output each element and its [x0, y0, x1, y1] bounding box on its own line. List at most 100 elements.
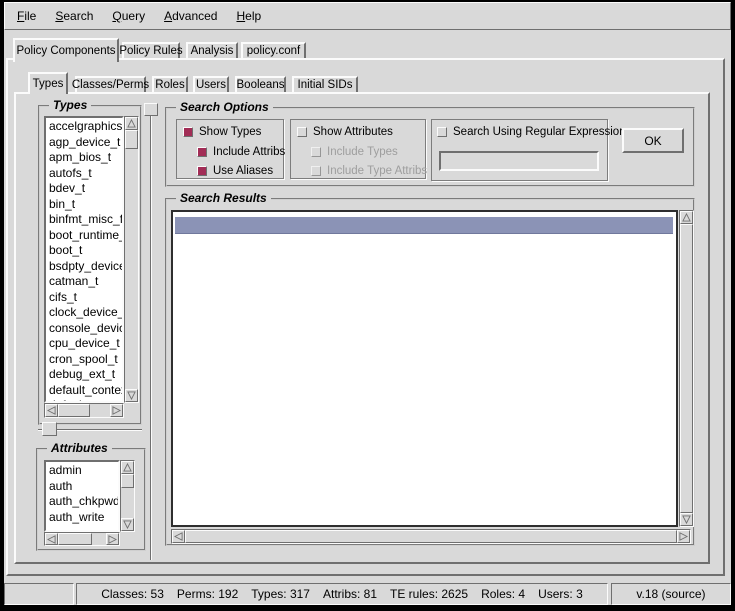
- types-list-item[interactable]: bin_t: [49, 197, 122, 213]
- scroll-up-icon[interactable]: [680, 211, 693, 224]
- attributes-vertical-scrollbar[interactable]: [120, 460, 135, 532]
- types-groupbox-title: Types: [49, 98, 91, 112]
- show-attributes-checkbox[interactable]: Show Attributes: [297, 126, 393, 138]
- app-stage: File Search Query Advanced Help Policy C…: [4, 2, 731, 605]
- menu-bar: File Search Query Advanced Help: [4, 2, 731, 30]
- checkbox-label: Use Aliases: [213, 165, 273, 177]
- types-vertical-scrollbar[interactable]: [124, 116, 139, 403]
- status-classes: Classes: 53: [101, 587, 164, 601]
- scroll-right-icon[interactable]: [110, 404, 123, 417]
- types-list-item[interactable]: accelgraphics_e: [49, 119, 122, 135]
- status-perms: Perms: 192: [177, 587, 238, 601]
- vertical-sash-handle[interactable]: [144, 103, 158, 116]
- scroll-left-icon[interactable]: [45, 404, 58, 417]
- scrollbar-thumb[interactable]: [680, 224, 693, 513]
- checkbox-indicator-icon[interactable]: [297, 127, 307, 137]
- horizontal-sash-handle[interactable]: [42, 422, 57, 436]
- types-list-item[interactable]: debug_ext_t: [49, 367, 122, 383]
- menu-advanced[interactable]: Advanced: [161, 8, 220, 24]
- tab-roles[interactable]: Roles: [152, 76, 188, 92]
- show-attributes-group: Show Attributes Include Types Include Ty…: [290, 119, 426, 179]
- scroll-down-icon[interactable]: [121, 518, 134, 531]
- regex-checkbox[interactable]: Search Using Regular Expression: [437, 126, 626, 138]
- scroll-right-icon[interactable]: [677, 530, 690, 543]
- scrollbar-thumb[interactable]: [58, 404, 90, 417]
- types-list-item[interactable]: cpu_device_t: [49, 336, 122, 352]
- checkbox-indicator-icon[interactable]: [183, 127, 193, 137]
- tab-policy-rules[interactable]: Policy Rules: [122, 42, 180, 58]
- types-list-item[interactable]: bsdpty_device_: [49, 259, 122, 275]
- tab-initial-sids[interactable]: Initial SIDs: [292, 76, 358, 92]
- menu-search[interactable]: Search: [52, 8, 96, 24]
- status-types: Types: 317: [251, 587, 310, 601]
- types-listbox[interactable]: accelgraphics_eagp_device_tapm_bios_taut…: [44, 116, 124, 403]
- attributes-list-item[interactable]: auth_chkpwd: [49, 494, 118, 510]
- menu-file[interactable]: File: [14, 8, 39, 24]
- use-aliases-checkbox[interactable]: Use Aliases: [197, 165, 273, 177]
- include-types-checkbox: Include Types: [311, 146, 398, 158]
- search-results-title: Search Results: [176, 191, 271, 205]
- types-list-item[interactable]: apm_bios_t: [49, 150, 122, 166]
- types-list-item[interactable]: boot_runtime_t: [49, 228, 122, 244]
- scrollbar-thumb[interactable]: [185, 530, 677, 543]
- scroll-up-icon[interactable]: [121, 461, 134, 474]
- status-te-rules: TE rules: 2625: [390, 587, 468, 601]
- attributes-list-item[interactable]: auth: [49, 479, 118, 495]
- types-list-item[interactable]: console_device: [49, 321, 122, 337]
- results-vertical-scrollbar[interactable]: [679, 210, 694, 527]
- scrollbar-thumb[interactable]: [121, 474, 134, 488]
- status-cell-stats: Classes: 53 Perms: 192 Types: 317 Attrib…: [76, 583, 608, 605]
- scroll-down-icon[interactable]: [680, 513, 693, 526]
- scroll-left-icon[interactable]: [172, 530, 185, 543]
- scrollbar-thumb[interactable]: [58, 533, 92, 545]
- tab-policy-components[interactable]: Policy Components: [13, 38, 119, 62]
- checkbox-indicator-icon[interactable]: [197, 166, 207, 176]
- scroll-up-icon[interactable]: [125, 117, 138, 130]
- tab-classes-perms[interactable]: Classes/Perms: [75, 76, 146, 92]
- menu-query[interactable]: Query: [109, 8, 148, 24]
- scrollbar-thumb[interactable]: [125, 130, 138, 149]
- scroll-down-icon[interactable]: [125, 389, 138, 402]
- regex-group: Search Using Regular Expression: [431, 119, 608, 181]
- search-options-title: Search Options: [176, 100, 273, 114]
- attributes-list-item[interactable]: admin: [49, 463, 118, 479]
- ok-button[interactable]: OK: [622, 128, 684, 153]
- tab-users[interactable]: Users: [193, 76, 229, 92]
- types-list-item[interactable]: autofs_t: [49, 166, 122, 182]
- types-list-item[interactable]: default_context: [49, 383, 122, 399]
- tab-types[interactable]: Types: [28, 72, 68, 94]
- tab-policy-conf[interactable]: policy.conf: [241, 42, 306, 58]
- checkbox-label: Include Type Attribs: [327, 165, 427, 177]
- attributes-groupbox-title: Attributes: [47, 441, 112, 455]
- checkbox-label: Show Attributes: [313, 126, 393, 138]
- checkbox-indicator-icon[interactable]: [197, 147, 207, 157]
- types-list-item[interactable]: cron_spool_t: [49, 352, 122, 368]
- types-list-item[interactable]: cifs_t: [49, 290, 122, 306]
- tab-analysis[interactable]: Analysis: [186, 42, 238, 58]
- types-list-item[interactable]: catman_t: [49, 274, 122, 290]
- include-attribs-checkbox[interactable]: Include Attribs: [197, 146, 285, 158]
- types-list-item[interactable]: binfmt_misc_fs: [49, 212, 122, 228]
- types-list-item[interactable]: bdev_t: [49, 181, 122, 197]
- status-attribs: Attribs: 81: [323, 587, 377, 601]
- include-type-attribs-checkbox: Include Type Attribs: [311, 165, 427, 177]
- menu-help[interactable]: Help: [233, 8, 264, 24]
- attributes-list-item[interactable]: auth_write: [49, 510, 118, 526]
- search-results-text[interactable]: [171, 210, 678, 527]
- types-list-item[interactable]: agp_device_t: [49, 135, 122, 151]
- scroll-right-icon[interactable]: [106, 533, 119, 545]
- tab-booleans[interactable]: Booleans: [235, 76, 286, 92]
- show-types-checkbox[interactable]: Show Types: [183, 126, 261, 138]
- checkbox-indicator-icon[interactable]: [437, 127, 447, 137]
- scroll-left-icon[interactable]: [45, 533, 58, 545]
- results-horizontal-scrollbar[interactable]: [171, 529, 691, 544]
- status-cell-empty: [4, 583, 74, 605]
- vertical-sash[interactable]: [150, 103, 152, 560]
- regex-input[interactable]: [439, 151, 599, 171]
- attributes-horizontal-scrollbar[interactable]: [44, 532, 120, 546]
- search-options-groupbox: Search Options Show Types Include Attrib…: [165, 107, 695, 187]
- types-list-item[interactable]: boot_t: [49, 243, 122, 259]
- types-horizontal-scrollbar[interactable]: [44, 403, 124, 418]
- types-list-item[interactable]: clock_device_t: [49, 305, 122, 321]
- attributes-listbox[interactable]: adminauthauth_chkpwdauth_write: [44, 460, 120, 532]
